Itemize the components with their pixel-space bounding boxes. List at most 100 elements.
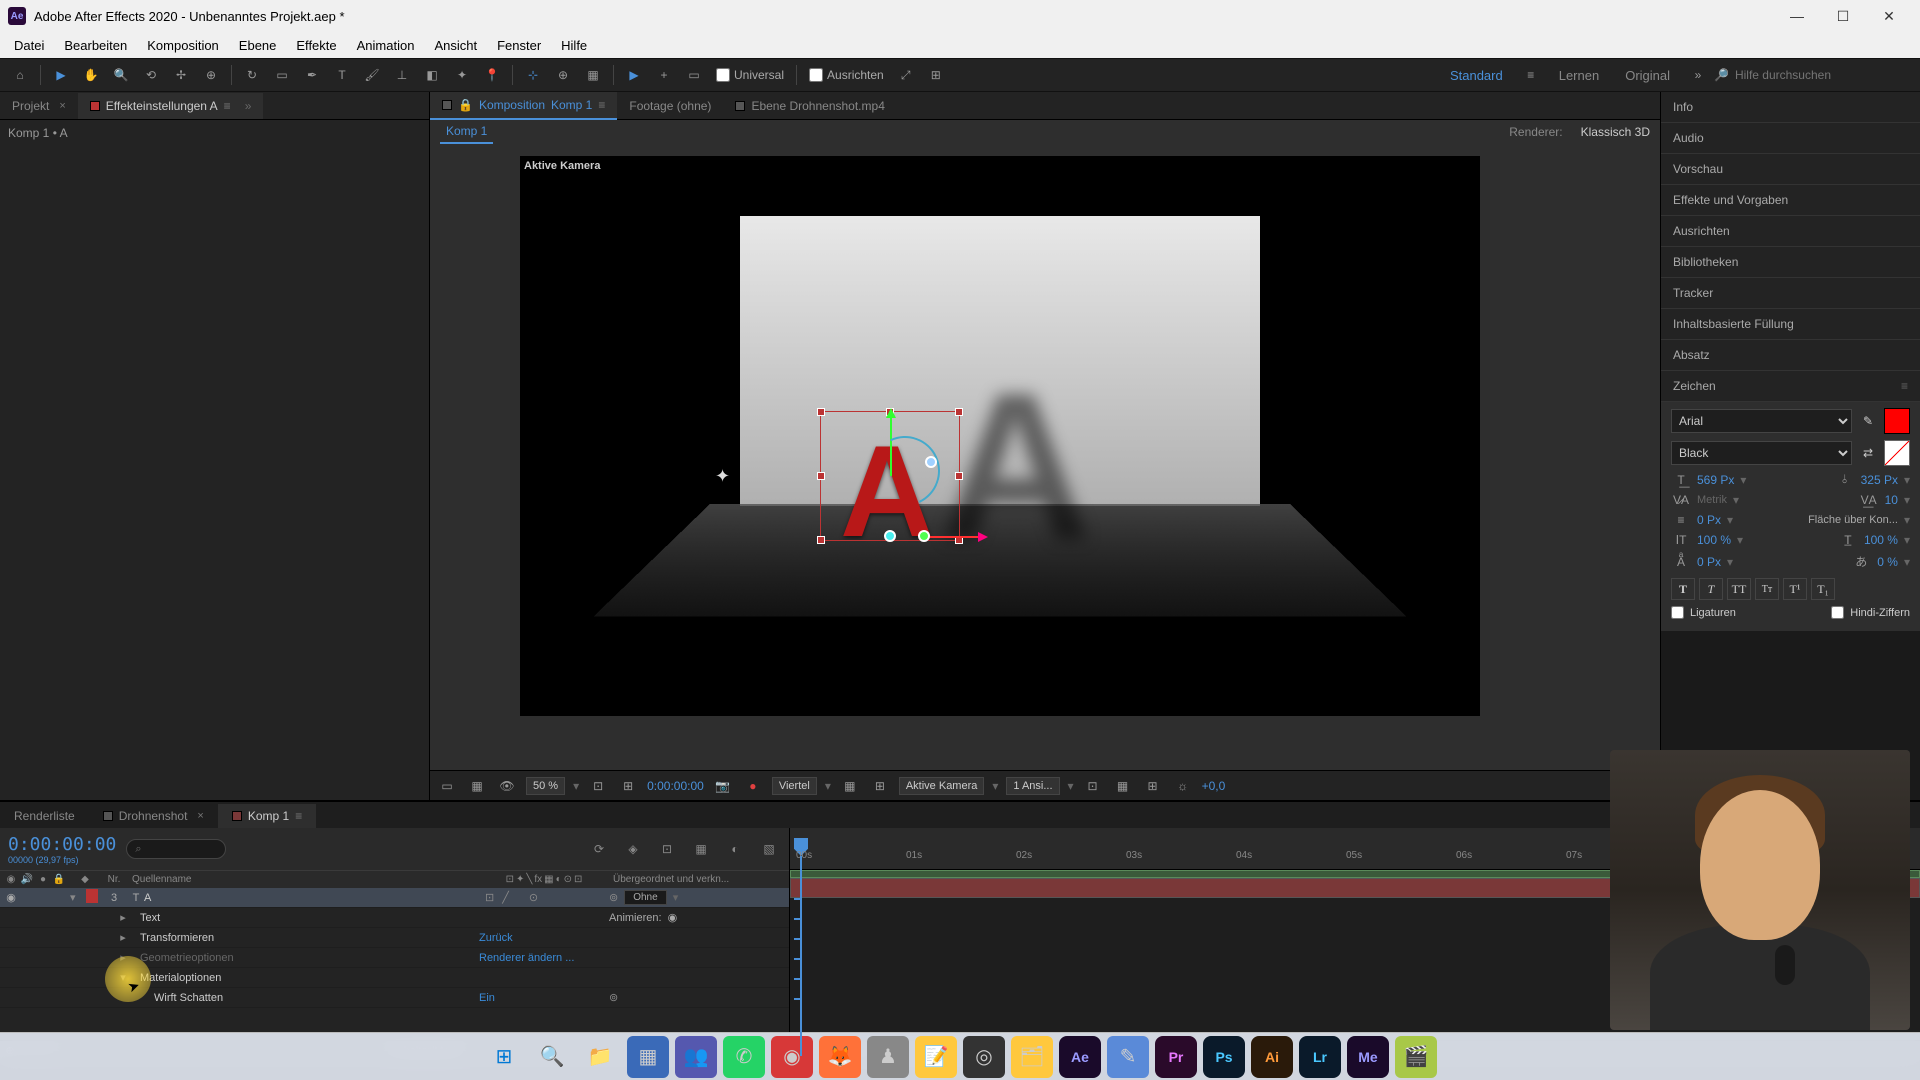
3d-view-icon[interactable]: ⊞ <box>869 775 891 797</box>
stroke-option[interactable]: Fläche über Kon... <box>1808 514 1898 526</box>
panel-menu-icon[interactable]: ≡ <box>295 809 302 823</box>
close-icon[interactable]: × <box>59 100 65 112</box>
world-axis-icon[interactable]: ⊕ <box>549 62 577 88</box>
view-select[interactable]: Aktive Kamera <box>899 777 985 795</box>
font-size-value[interactable]: 569 Px <box>1697 473 1734 487</box>
hand-tool[interactable]: ✋ <box>77 62 105 88</box>
taskbar-ai[interactable]: Ai <box>1251 1036 1293 1078</box>
tab-ebene[interactable]: Ebene Drohnenshot.mp4 <box>723 93 896 119</box>
panel-menu-icon[interactable]: ≡ <box>224 99 231 113</box>
3d-layer-switch[interactable]: ⊙ <box>529 891 538 904</box>
stamp-tool[interactable]: ⊥ <box>388 62 416 88</box>
tab-effekteinstellungen[interactable]: Effekteinstellungen A≡» <box>78 93 264 119</box>
menu-bearbeiten[interactable]: Bearbeiten <box>54 34 137 57</box>
anchor-tool[interactable]: ↻ <box>238 62 266 88</box>
panel-menu-icon[interactable]: ≡ <box>598 98 605 112</box>
puppet-tool[interactable]: 📍 <box>478 62 506 88</box>
leading-value[interactable]: 325 Px <box>1861 473 1898 487</box>
panel-audio[interactable]: Audio <box>1661 123 1920 154</box>
taskbar-app2[interactable]: ◉ <box>771 1036 813 1078</box>
solo-col-icon[interactable]: ● <box>36 874 50 885</box>
taskbar-search[interactable]: 🔍 <box>531 1036 573 1078</box>
minimize-button[interactable]: — <box>1774 0 1820 32</box>
snapshot-icon[interactable]: 📷 <box>712 775 734 797</box>
tab-projekt[interactable]: Projekt× <box>0 93 78 119</box>
fast-preview-icon[interactable]: ▦ <box>839 775 861 797</box>
parent-select[interactable]: Ohne <box>624 890 666 905</box>
panel-tracker[interactable]: Tracker <box>1661 278 1920 309</box>
pen-tool[interactable]: ✒ <box>298 62 326 88</box>
taskbar-firefox[interactable]: 🦊 <box>819 1036 861 1078</box>
font-family-select[interactable]: Arial <box>1671 409 1852 433</box>
frame-blend-icon[interactable]: ▦ <box>689 837 713 861</box>
pickwhip-icon[interactable]: ⊚ <box>609 891 618 904</box>
tab-timeline-komp1[interactable]: Komp 1≡ <box>218 804 316 828</box>
selection-tool[interactable]: ▶ <box>47 62 75 88</box>
hscale-value[interactable]: 100 % <box>1864 533 1898 547</box>
kerning-value[interactable]: Metrik <box>1697 494 1727 506</box>
taskbar-app4[interactable]: 🎬 <box>1395 1036 1437 1078</box>
gizmo-xy-handle[interactable] <box>925 456 937 468</box>
superscript-button[interactable]: T¹ <box>1783 578 1807 600</box>
audio-col-icon[interactable]: 🔊 <box>20 874 34 885</box>
stroke-color-swatch[interactable] <box>1884 440 1910 466</box>
panel-ausrichten[interactable]: Ausrichten <box>1661 216 1920 247</box>
zoom-tool[interactable]: 🔍 <box>107 62 135 88</box>
channel-icon[interactable]: ● <box>742 775 764 797</box>
taskbar-app1[interactable]: ▦ <box>627 1036 669 1078</box>
tracking-value[interactable]: 10 <box>1885 493 1898 507</box>
taskbar-me[interactable]: Me <box>1347 1036 1389 1078</box>
visibility-toggle[interactable]: ◉ <box>4 891 18 904</box>
box-icon[interactable]: ▭ <box>680 62 708 88</box>
menu-ansicht[interactable]: Ansicht <box>424 34 487 57</box>
help-search-input[interactable] <box>1735 68 1885 82</box>
swap-color-icon[interactable]: ⇄ <box>1858 443 1878 463</box>
renderer-value[interactable]: Klassisch 3D <box>1581 125 1650 139</box>
twirl-layer[interactable]: ▾ <box>70 892 76 904</box>
ausrichten-checkbox[interactable]: Ausrichten <box>803 68 890 82</box>
draft-3d-icon[interactable]: ⊡ <box>655 837 679 861</box>
layer-search[interactable]: ⌕ <box>126 839 226 859</box>
property-row-shadow[interactable]: Wirft Schatten Ein ⊚ <box>0 988 789 1008</box>
workspace-lernen[interactable]: Lernen <box>1547 68 1611 83</box>
graph-editor-icon[interactable]: ▧ <box>757 837 781 861</box>
zoom-select[interactable]: 50 % <box>526 777 565 795</box>
viewer-timecode[interactable]: 0:00:00:00 <box>647 779 704 793</box>
light-icon[interactable]: ✦ <box>715 466 730 487</box>
layer-color-label[interactable] <box>86 889 98 903</box>
tab-renderliste[interactable]: Renderliste <box>0 804 89 828</box>
bold-button[interactable]: T <box>1671 578 1695 600</box>
orbit-tool[interactable]: ⟲ <box>137 62 165 88</box>
play-icon[interactable]: ▶ <box>620 62 648 88</box>
panel-inhaltsbasierte[interactable]: Inhaltsbasierte Füllung <box>1661 309 1920 340</box>
menu-ebene[interactable]: Ebene <box>229 34 287 57</box>
gizmo-xz-handle[interactable] <box>918 530 930 542</box>
name-col-header[interactable]: Quellenname <box>128 874 479 885</box>
layer-switch[interactable]: ⊡ <box>485 891 494 904</box>
shape-tool[interactable]: ▭ <box>268 62 296 88</box>
composition-mini-flowchart-icon[interactable]: ◈ <box>621 837 645 861</box>
menu-fenster[interactable]: Fenster <box>487 34 551 57</box>
property-row-geometry[interactable]: ▸ Geometrieoptionen Renderer ändern ... <box>0 948 789 968</box>
comp-breadcrumb[interactable]: Komp 1 <box>440 120 493 144</box>
taskbar-me2[interactable]: ✎ <box>1107 1036 1149 1078</box>
taskbar-obs[interactable]: ◎ <box>963 1036 1005 1078</box>
share-view-icon[interactable]: ⊡ <box>1082 775 1104 797</box>
ligatures-checkbox[interactable] <box>1671 606 1684 619</box>
twirl-transform[interactable]: ▸ <box>116 931 130 944</box>
taskbar-pr[interactable]: Pr <box>1155 1036 1197 1078</box>
number-col-header[interactable]: Nr. <box>100 874 128 885</box>
menu-komposition[interactable]: Komposition <box>137 34 229 57</box>
views-count[interactable]: 1 Ansi... <box>1006 777 1059 795</box>
transform-reset-link[interactable]: Zurück <box>479 932 513 944</box>
fill-color-swatch[interactable] <box>1884 408 1910 434</box>
resolution-icon[interactable]: ⊡ <box>587 775 609 797</box>
layer-name[interactable]: A <box>144 892 151 904</box>
transparency-grid-icon[interactable]: ▦ <box>466 775 488 797</box>
panel-absatz[interactable]: Absatz <box>1661 340 1920 371</box>
subscript-button[interactable]: T₁ <box>1811 578 1835 600</box>
home-button[interactable]: ⌂ <box>6 62 34 88</box>
roto-tool[interactable]: ✦ <box>448 62 476 88</box>
menu-hilfe[interactable]: Hilfe <box>551 34 597 57</box>
motion-blur-icon[interactable]: ◐ <box>723 837 747 861</box>
